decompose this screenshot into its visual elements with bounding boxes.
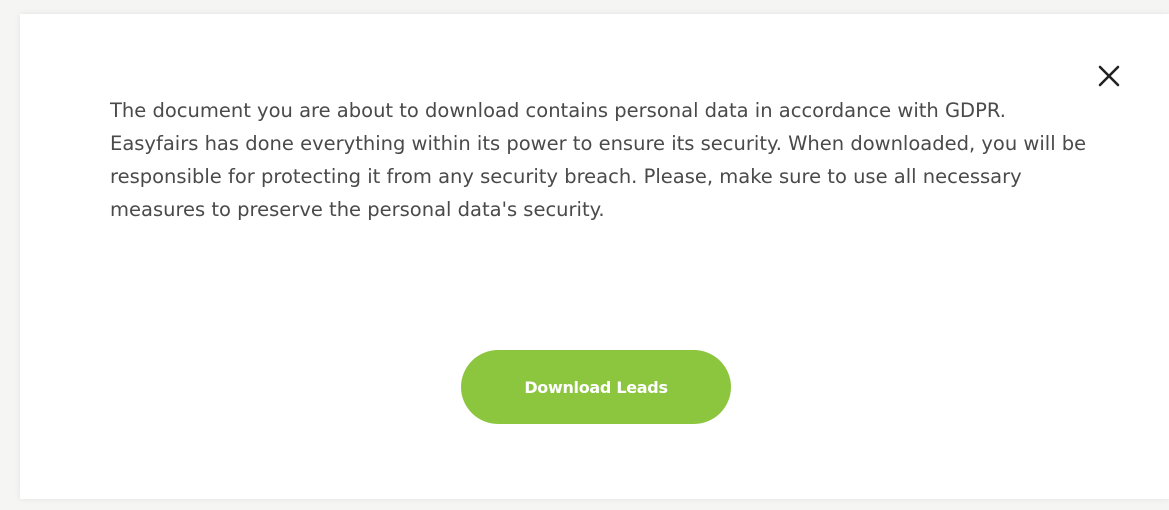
page-backdrop: The document you are about to download c… <box>0 0 1169 510</box>
close-button[interactable] <box>1095 62 1123 90</box>
close-icon <box>1098 65 1120 87</box>
gdpr-warning-text: The document you are about to download c… <box>110 99 1087 221</box>
gdpr-download-dialog: The document you are about to download c… <box>20 14 1169 499</box>
download-leads-button[interactable]: Download Leads <box>461 350 731 424</box>
